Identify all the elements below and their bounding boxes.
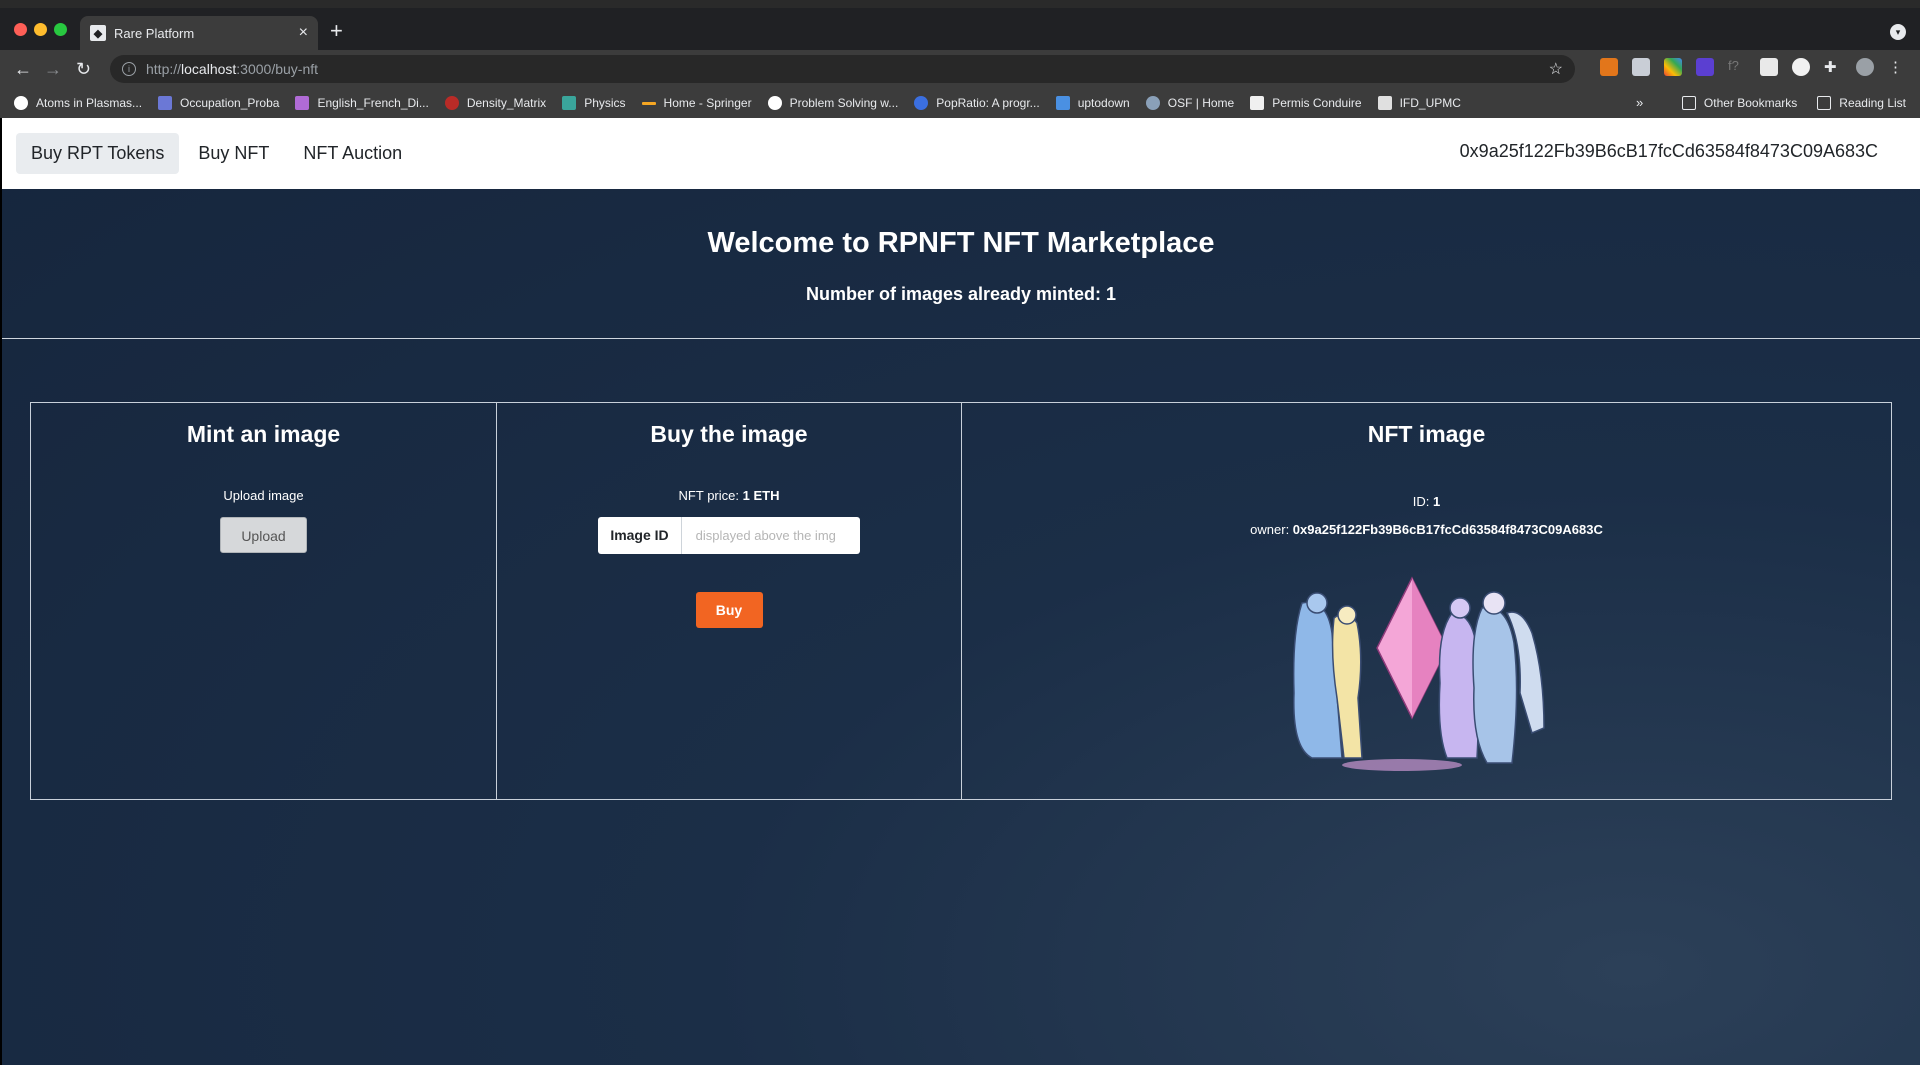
address-bar[interactable]: i http://localhost:3000/buy-nft ☆ [110,55,1575,83]
reload-icon[interactable]: ↻ [76,58,91,80]
nft-price: NFT price: 1 ETH [497,488,961,503]
nft-title: NFT image [1367,421,1486,447]
page-title: Welcome to RPNFT NFT Marketplace [707,227,1215,259]
close-window-button[interactable] [14,23,27,36]
popratio-icon [914,96,929,110]
bookmark-item[interactable]: IFD_UPMC [1377,96,1461,110]
bookmark-star-icon[interactable]: ☆ [1549,59,1563,79]
avatar[interactable] [1856,58,1874,76]
bookmark-item[interactable]: English_French_Di... [295,96,429,110]
close-icon[interactable]: × [299,24,308,42]
back-arrow-icon[interactable]: ← [14,58,32,80]
nft-panel: NFT image ID: 1 owner: 0x9a25f122Fb39B6c… [961,403,1891,799]
ethereum-icon: ◆ [90,25,106,41]
bookmark-item[interactable]: PopRatio: A progr... [914,96,1040,110]
nft-meta: ID: 1 owner: 0x9a25f122Fb39B6cB17fcCd635… [962,488,1891,544]
bookmark-item[interactable]: Permis Conduire [1250,96,1362,110]
springer-icon [641,101,656,105]
extension-badge-icon[interactable] [1696,58,1714,76]
image-id-input-group: Image ID [598,517,860,554]
profile-extension-icon[interactable] [1792,58,1810,76]
calendar-extension-icon[interactable] [1760,58,1778,76]
reading-list[interactable]: Reading List [1817,96,1906,110]
bookmark-item[interactable]: Occupation_Proba [158,96,279,110]
app-navbar: Buy RPT Tokens Buy NFT NFT Auction 0x9a2… [2,118,1920,189]
buy-title: Buy the image [650,421,808,447]
nft-id: ID: 1 [1412,494,1441,509]
ifd-icon [1377,96,1392,110]
physics-icon [562,96,577,110]
upload-label: Upload image [223,488,304,503]
url-path: :3000/buy-nft [236,61,319,77]
reverso-icon [295,96,310,110]
nav-link-buy-nft[interactable]: Buy NFT [183,133,284,174]
ads-icon [158,96,173,110]
browser-chrome: ◆ Rare Platform × + ▾ ← → ↻ i http://loc… [0,8,1920,118]
buy-button[interactable]: Buy [695,592,763,628]
bookmark-item[interactable]: Problem Solving w... [767,96,898,110]
nft-image [1292,576,1545,771]
google-icon [767,96,782,110]
nav-link-nft-auction[interactable]: NFT Auction [288,133,417,174]
permis-icon [1250,96,1265,110]
tab-title: Rare Platform [114,25,195,41]
other-bookmarks[interactable]: Other Bookmarks [1681,96,1797,110]
hero-section: Welcome to RPNFT NFT Marketplace Number … [2,189,1920,339]
reading-list-icon [1817,96,1832,110]
browser-toolbar: ← → ↻ i http://localhost:3000/buy-nft ☆ … [0,50,1920,88]
bookmark-item[interactable]: Atoms in Plasmas... [14,96,142,110]
price-value: 1 ETH [742,488,780,503]
url-host: localhost [181,61,237,77]
color-extension-icon[interactable] [1664,58,1682,76]
nft-owner: owner: 0x9a25f122Fb39B6cB17fcCd63584f847… [1250,522,1603,537]
bookmark-item[interactable]: OSF | Home [1145,96,1234,110]
wallet-address: 0x9a25f122Fb39B6cB17fcCd63584f8473C09A68… [1459,141,1878,161]
browser-tab[interactable]: ◆ Rare Platform × [80,16,318,50]
marketplace-panels: Mint an image Upload image Upload Buy th… [30,402,1892,800]
metamask-extension-icon[interactable] [1600,58,1618,76]
buy-panel: Buy the image NFT price: 1 ETH Image ID … [496,403,961,799]
puzzle-icon[interactable]: ✚ [1824,58,1842,76]
bookmark-item[interactable]: Home - Springer [641,96,752,110]
upload-button[interactable]: Upload [220,517,307,553]
maximize-window-button[interactable] [54,23,67,36]
tab-strip: ◆ Rare Platform × + ▾ [0,8,1920,50]
bookmark-item[interactable]: uptodown [1055,96,1130,110]
app-page: Buy RPT Tokens Buy NFT NFT Auction 0x9a2… [2,118,1920,1065]
minted-count: Number of images already minted: 1 [805,284,1117,304]
osf-icon [1145,96,1160,110]
mint-panel: Mint an image Upload image Upload [31,403,496,799]
info-icon[interactable]: i [122,62,136,76]
pdf-extension-icon[interactable] [1632,58,1650,76]
tab-search-icon[interactable]: ▾ [1890,24,1906,40]
uptodown-icon [1055,96,1070,110]
image-id-input[interactable] [681,517,860,554]
folder-icon [1681,96,1696,110]
menu-dots-icon[interactable]: ⋮ [1888,58,1906,76]
extension-icons: f? ✚ ⋮ [1600,58,1906,76]
minimize-window-button[interactable] [34,23,47,36]
bookmarks-bar: Atoms in Plasmas... Occupation_Proba Eng… [0,88,1920,118]
formula-extension-icon[interactable]: f? [1728,58,1746,76]
nav-link-buy-rpt-tokens[interactable]: Buy RPT Tokens [16,133,180,174]
new-tab-button[interactable]: + [330,20,343,42]
quora-icon [444,96,459,110]
forward-arrow-icon[interactable]: → [44,58,62,80]
bookmark-item[interactable]: Physics [562,96,626,110]
mint-title: Mint an image [186,421,341,447]
url-scheme: http:// [146,61,182,77]
bookmark-item[interactable]: Density_Matrix [444,96,546,110]
image-id-label: Image ID [598,517,682,554]
more-bookmarks-icon[interactable]: » [1636,95,1643,110]
google-icon [14,96,28,110]
price-label: NFT price: [678,488,743,503]
mac-menubar [0,0,1920,8]
